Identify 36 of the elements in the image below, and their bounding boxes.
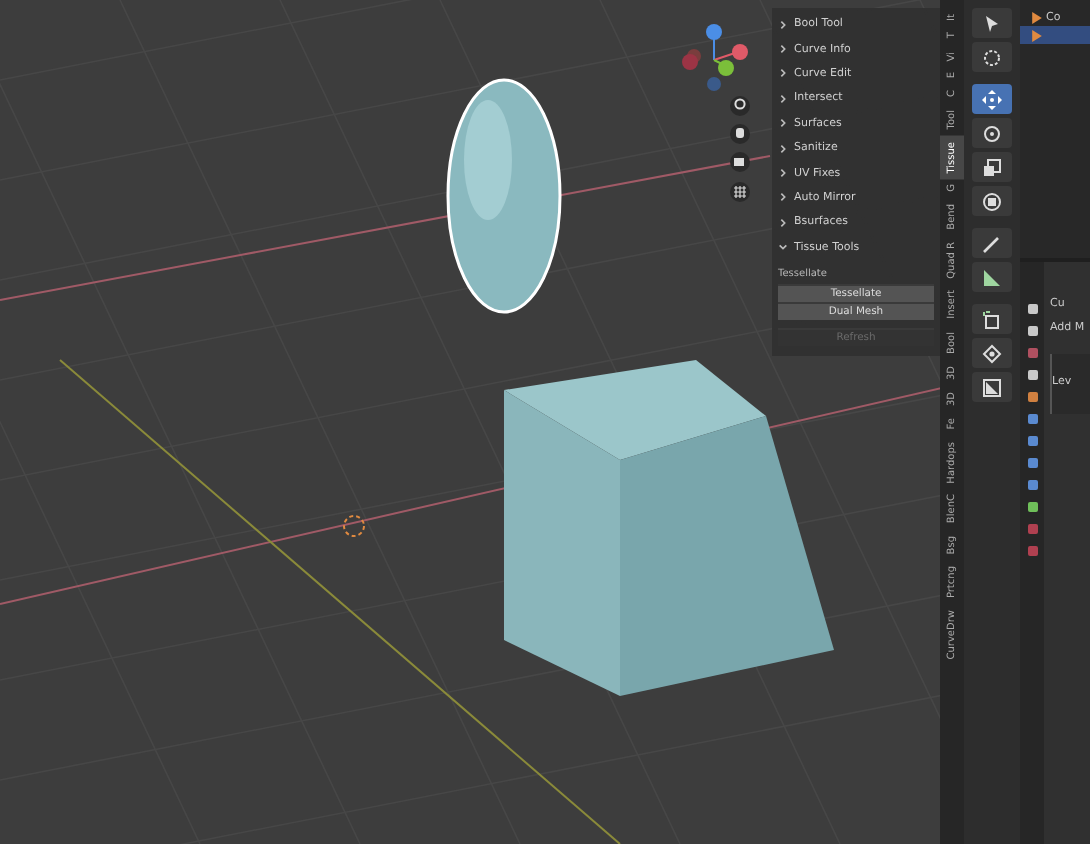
tool-button[interactable] [972,186,1012,216]
tool-button[interactable] [972,152,1012,182]
tool-button[interactable] [972,118,1012,148]
chevron-right-icon[interactable] [778,68,788,79]
tool-button[interactable] [972,304,1012,334]
chevron-right-icon[interactable] [778,192,788,203]
tool-button[interactable] [972,8,1012,38]
tool-button[interactable] [972,338,1012,368]
tool-button[interactable] [972,84,1012,114]
rotate-icon [982,123,1002,143]
axis-gizmo-icon [682,24,748,91]
ruler-icon [982,267,1002,287]
chevron-right-icon[interactable] [778,217,788,228]
cursor-arrow-icon [982,13,1002,33]
shear-icon [982,377,1002,397]
chevron-down-icon[interactable] [778,242,788,253]
grid-icon[interactable] [730,182,750,202]
tool-button[interactable] [972,372,1012,402]
chevron-right-icon[interactable] [778,19,788,30]
chevron-right-icon[interactable] [778,44,788,55]
tool-button[interactable] [972,42,1012,72]
chevron-right-icon[interactable] [778,168,788,179]
chevron-right-icon[interactable] [778,93,788,104]
chevron-right-icon[interactable] [778,143,788,154]
pencil-icon [982,233,1002,253]
scale-icon [982,157,1002,177]
chevron-right-icon[interactable] [778,118,788,129]
move-icon [982,89,1002,109]
zoom-icon[interactable] [730,96,750,116]
tool-button[interactable] [972,228,1012,258]
crosshair-icon [982,47,1002,67]
tool-button[interactable] [972,262,1012,292]
cube-add-icon [982,309,1002,329]
transform-icon [982,191,1002,211]
3d-cursor-icon [343,515,365,537]
diamond-icon [982,343,1002,363]
